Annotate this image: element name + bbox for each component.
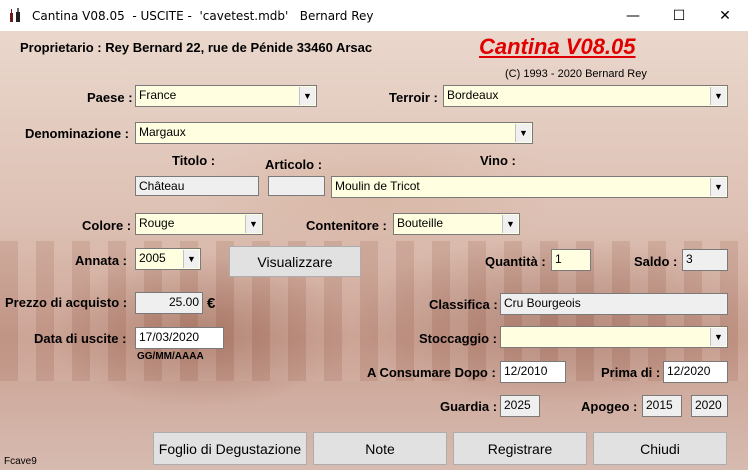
titolo-label: Titolo :	[172, 153, 216, 168]
guardia-label: Guardia :	[440, 399, 498, 414]
vino-combo[interactable]: Moulin de Tricot ▼	[331, 176, 728, 198]
date-format-hint: GG/MM/AAAA	[137, 351, 204, 362]
denominazione-combo[interactable]: Margaux ▼	[135, 122, 533, 144]
chevron-down-icon[interactable]: ▼	[299, 87, 315, 105]
owner-label: Proprietario : Rey Bernard 22, rue de Pé…	[20, 40, 373, 55]
annata-label: Annata :	[75, 253, 127, 268]
consumare-field[interactable]: 12/2010	[500, 361, 566, 383]
stoccaggio-combo[interactable]: ▼	[500, 326, 728, 348]
articolo-field[interactable]	[268, 176, 325, 196]
chevron-down-icon[interactable]: ▼	[183, 250, 199, 268]
quantita-field[interactable]: 1	[551, 249, 591, 271]
colore-value: Rouge	[139, 216, 175, 230]
contenitore-label: Contenitore :	[306, 218, 387, 233]
data-uscita-field[interactable]: 17/03/2020	[135, 327, 224, 349]
annata-combo[interactable]: 2005 ▼	[135, 248, 201, 270]
brand-title: Cantina V08.05	[479, 34, 636, 59]
prezzo-field[interactable]: 25.00	[135, 292, 203, 314]
chevron-down-icon[interactable]: ▼	[515, 124, 531, 142]
vino-value: Moulin de Tricot	[335, 179, 420, 193]
stoccaggio-label: Stoccaggio :	[419, 331, 498, 346]
prima-field[interactable]: 12/2020	[663, 361, 728, 383]
app-window: Cantina V08.05 - USCITE - 'cavetest.mdb'…	[0, 0, 748, 470]
denominazione-label: Denominazione :	[25, 126, 130, 141]
contenitore-value: Bouteille	[397, 216, 444, 230]
euro-label: €	[207, 295, 216, 312]
titolo-field[interactable]: Château	[135, 176, 259, 196]
apogeo-label: Apogeo :	[581, 399, 638, 414]
vino-label: Vino :	[480, 153, 516, 168]
chevron-down-icon[interactable]: ▼	[502, 215, 518, 233]
paese-combo[interactable]: France ▼	[135, 85, 317, 107]
chevron-down-icon[interactable]: ▼	[245, 215, 261, 233]
saldo-field[interactable]: 3	[682, 249, 728, 271]
visualizzare-button-label: Visualizzare	[257, 253, 333, 270]
denominazione-value: Margaux	[139, 125, 186, 139]
chiudi-button-label: Chiudi	[640, 440, 680, 457]
chevron-down-icon[interactable]: ▼	[710, 178, 726, 196]
guardia-field[interactable]: 2025	[500, 395, 540, 417]
close-button[interactable]: ✕	[702, 0, 748, 31]
form-name-label: Fcave9	[4, 456, 37, 467]
window-title: Cantina V08.05 - USCITE - 'cavetest.mdb'…	[32, 9, 374, 23]
data-uscita-label: Data di uscite :	[34, 331, 127, 346]
apogeo-from-field[interactable]: 2015	[642, 395, 682, 417]
chevron-down-icon[interactable]: ▼	[710, 328, 726, 346]
app-icon	[10, 8, 20, 22]
contenitore-combo[interactable]: Bouteille ▼	[393, 213, 520, 235]
colore-combo[interactable]: Rouge ▼	[135, 213, 263, 235]
title-bar: Cantina V08.05 - USCITE - 'cavetest.mdb'…	[0, 0, 748, 31]
paese-label: Paese :	[87, 90, 133, 105]
note-button-label: Note	[365, 440, 395, 457]
prima-label: Prima di :	[601, 365, 661, 380]
visualizzare-button[interactable]: Visualizzare	[229, 246, 361, 277]
copyright-text: (C) 1993 - 2020 Bernard Rey	[505, 68, 647, 80]
prezzo-label: Prezzo di acquisto :	[5, 295, 128, 310]
consumare-label: A Consumare Dopo :	[367, 365, 496, 380]
quantita-label: Quantità :	[485, 254, 546, 269]
form-area: Proprietario : Rey Bernard 22, rue de Pé…	[0, 31, 748, 470]
registrare-button[interactable]: Registrare	[453, 432, 587, 465]
annata-value: 2005	[139, 251, 166, 265]
minimize-button[interactable]: —	[610, 0, 656, 31]
chiudi-button[interactable]: Chiudi	[593, 432, 727, 465]
foglio-degustazione-button[interactable]: Foglio di Degustazione	[153, 432, 307, 465]
terroir-value: Bordeaux	[447, 88, 499, 102]
paese-value: France	[139, 88, 177, 102]
chevron-down-icon[interactable]: ▼	[710, 87, 726, 105]
foglio-degustazione-label: Foglio di Degustazione	[158, 440, 302, 457]
terroir-combo[interactable]: Bordeaux ▼	[443, 85, 728, 107]
classifica-field[interactable]: Cru Bourgeois	[500, 293, 728, 315]
terroir-label: Terroir :	[389, 90, 438, 105]
registrare-button-label: Registrare	[487, 440, 553, 457]
apogeo-to-field[interactable]: 2020	[691, 395, 728, 417]
colore-label: Colore :	[82, 218, 132, 233]
articolo-label: Articolo :	[265, 157, 323, 172]
note-button[interactable]: Note	[313, 432, 447, 465]
maximize-button[interactable]: ☐	[656, 0, 702, 31]
saldo-label: Saldo :	[634, 254, 678, 269]
classifica-label: Classifica :	[429, 297, 498, 312]
